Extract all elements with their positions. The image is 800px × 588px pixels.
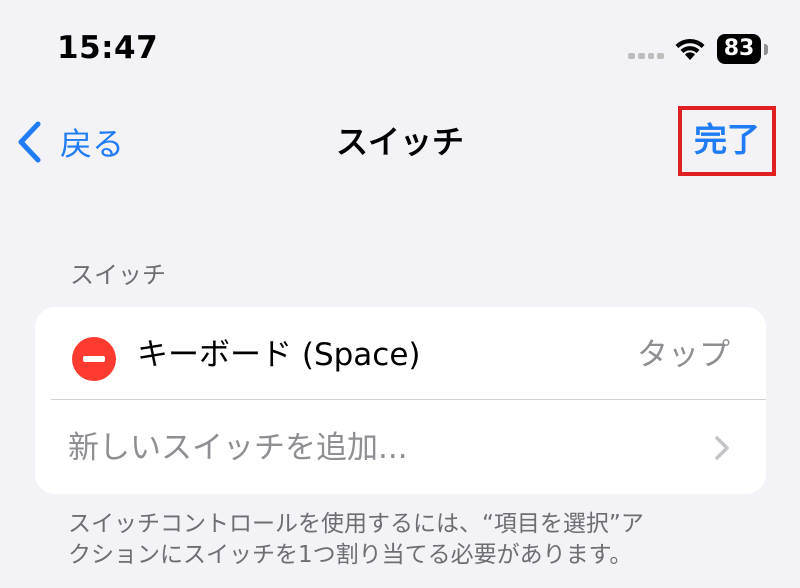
section-header: スイッチ: [70, 261, 166, 289]
chevron-right-icon: [715, 436, 729, 460]
footer-line-2: クションにスイッチを1つ割り当てる必要があります。: [68, 542, 633, 568]
switch-list: キーボード (Space) タップ 新しいスイッチを追加...: [35, 307, 766, 494]
status-time: 15:47: [57, 30, 159, 66]
chevron-left-icon: [18, 121, 41, 163]
back-label: 戻る: [60, 125, 125, 163]
remove-icon[interactable]: [72, 337, 116, 381]
done-button[interactable]: 完了: [678, 106, 776, 176]
switch-name: キーボード (Space): [137, 337, 421, 373]
add-switch-row[interactable]: 新しいスイッチを追加...: [35, 400, 766, 494]
back-button[interactable]: 戻る: [14, 118, 124, 166]
add-switch-label: 新しいスイッチを追加...: [68, 430, 408, 466]
switch-action: タップ: [637, 337, 730, 373]
wifi-icon: [675, 38, 705, 60]
switch-row[interactable]: キーボード (Space) タップ: [35, 307, 766, 400]
cellular-signal-icon: [628, 52, 664, 60]
status-bar: 15:47 83: [0, 0, 800, 96]
footer-line-1: スイッチコントロールを使用するには、“項目を選択”ア: [68, 511, 644, 537]
battery-icon: 83: [717, 34, 769, 64]
section-footer: スイッチコントロールを使用するには、“項目を選択”ア クションにスイッチを1つ割…: [68, 509, 758, 571]
battery-tip: [764, 44, 768, 55]
battery-level: 83: [717, 34, 761, 64]
